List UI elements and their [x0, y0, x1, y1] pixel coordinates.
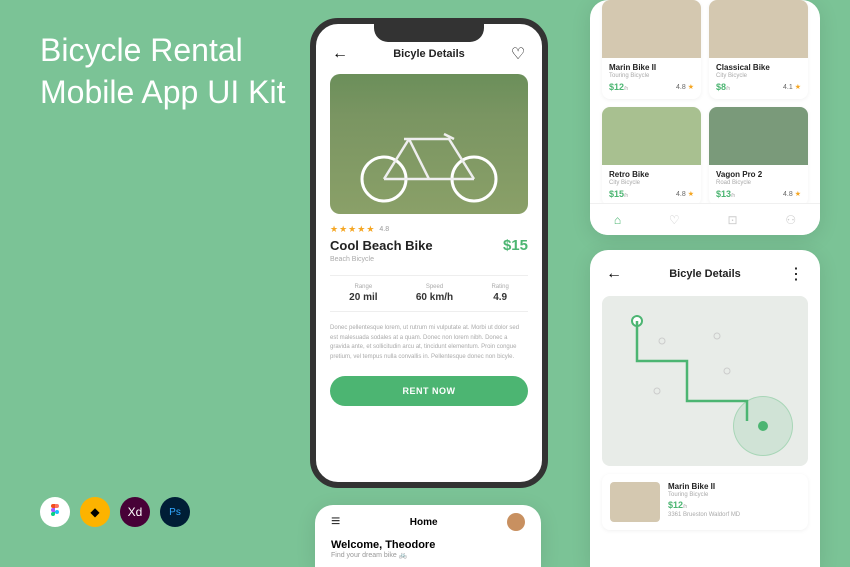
home-title: Home: [410, 517, 438, 528]
figma-icon: [40, 497, 70, 527]
name-price-row: Cool Beach Bike $15: [316, 237, 542, 254]
welcome-subtitle: Find your dream bike 🚲: [315, 551, 541, 559]
detail-header: ← Bicyle Details ♡: [316, 24, 542, 74]
welcome-text: Welcome, Theodore: [315, 535, 541, 551]
address: 3361 Brueston Waldorf MD: [668, 512, 800, 518]
description: Donec pellentesque lorem, ut rutrum mi v…: [316, 316, 542, 370]
card-image: [602, 107, 701, 165]
favorite-button[interactable]: ♡: [508, 44, 528, 64]
map-screen: ← Bicyle Details ⋮ Marin Bike II Touring…: [590, 250, 820, 567]
specs-row: Range20 mil Speed60 km/h Rating4.9: [330, 275, 528, 312]
map-title: Bicyle Details: [669, 268, 741, 280]
ps-icon: Ps: [160, 497, 190, 527]
rent-now-button[interactable]: RENT NOW: [330, 376, 528, 406]
back-button[interactable]: ←: [330, 44, 350, 64]
home-screen: ≡ Home Welcome, Theodore Find your dream…: [315, 505, 541, 567]
card-image: [709, 107, 808, 165]
tool-icons: ◆ Xd Ps: [40, 497, 190, 527]
promo-title: Bicycle Rental Mobile App UI Kit: [40, 30, 285, 113]
bike-card[interactable]: Retro BikeCity Bicycle$15/h4.8 ★: [602, 107, 701, 206]
nav-map-icon[interactable]: ⊡: [727, 213, 737, 227]
catalog-screen: Marin Bike IITouring Bicycle$12/h4.8 ★ C…: [590, 0, 820, 235]
phone-detail-screen: ← Bicyle Details ♡ ★★★★★ 4.8 Cool Beach …: [310, 18, 548, 488]
star-icon: ★: [357, 224, 365, 235]
spec-rating: Rating4.9: [491, 284, 508, 303]
map-view[interactable]: [602, 296, 808, 466]
bike-card[interactable]: Vagon Pro 2Road Bicycle$13/h4.8 ★: [709, 107, 808, 206]
bike-card[interactable]: Marin Bike IITouring Bicycle$12/h4.8 ★: [602, 0, 701, 99]
star-icon: ★: [348, 224, 356, 235]
destination-marker: [733, 396, 793, 456]
xd-icon: Xd: [120, 497, 150, 527]
bike-price: $15: [503, 237, 528, 254]
sketch-icon: ◆: [80, 497, 110, 527]
nav-profile-icon[interactable]: ⚇: [785, 213, 796, 227]
avatar[interactable]: [507, 513, 525, 531]
rating-row: ★★★★★ 4.8: [316, 214, 542, 237]
bike-category: Beach Bicycle: [316, 254, 542, 271]
rating-value: 4.8: [379, 226, 389, 233]
title-line-2: Mobile App UI Kit: [40, 72, 285, 114]
more-button[interactable]: ⋮: [786, 264, 806, 284]
star-icon: ★: [366, 224, 374, 235]
bike-name: Cool Beach Bike: [330, 238, 433, 253]
bottom-nav: ⌂ ♡ ⊡ ⚇: [590, 203, 820, 235]
bike-card[interactable]: Classical BikeCity Bicycle$8/h4.1 ★: [709, 0, 808, 99]
spec-range: Range20 mil: [349, 284, 377, 303]
catalog-grid: Marin Bike IITouring Bicycle$12/h4.8 ★ C…: [590, 0, 820, 206]
bike-hero-image: [330, 74, 528, 214]
card-image: [610, 482, 660, 522]
map-bike-card[interactable]: Marin Bike II Touring Bicycle $12/h 3361…: [602, 474, 808, 530]
spec-speed: Speed60 km/h: [416, 284, 453, 303]
card-image: [602, 0, 701, 58]
nav-favorite-icon[interactable]: ♡: [669, 213, 680, 227]
star-icon: ★: [339, 224, 347, 235]
back-button[interactable]: ←: [604, 264, 624, 284]
star-icon: ★: [330, 224, 338, 235]
nav-home-icon[interactable]: ⌂: [614, 213, 621, 227]
menu-button[interactable]: ≡: [331, 513, 340, 531]
title-line-1: Bicycle Rental: [40, 30, 285, 72]
detail-title: Bicyle Details: [393, 48, 465, 60]
card-image: [709, 0, 808, 58]
